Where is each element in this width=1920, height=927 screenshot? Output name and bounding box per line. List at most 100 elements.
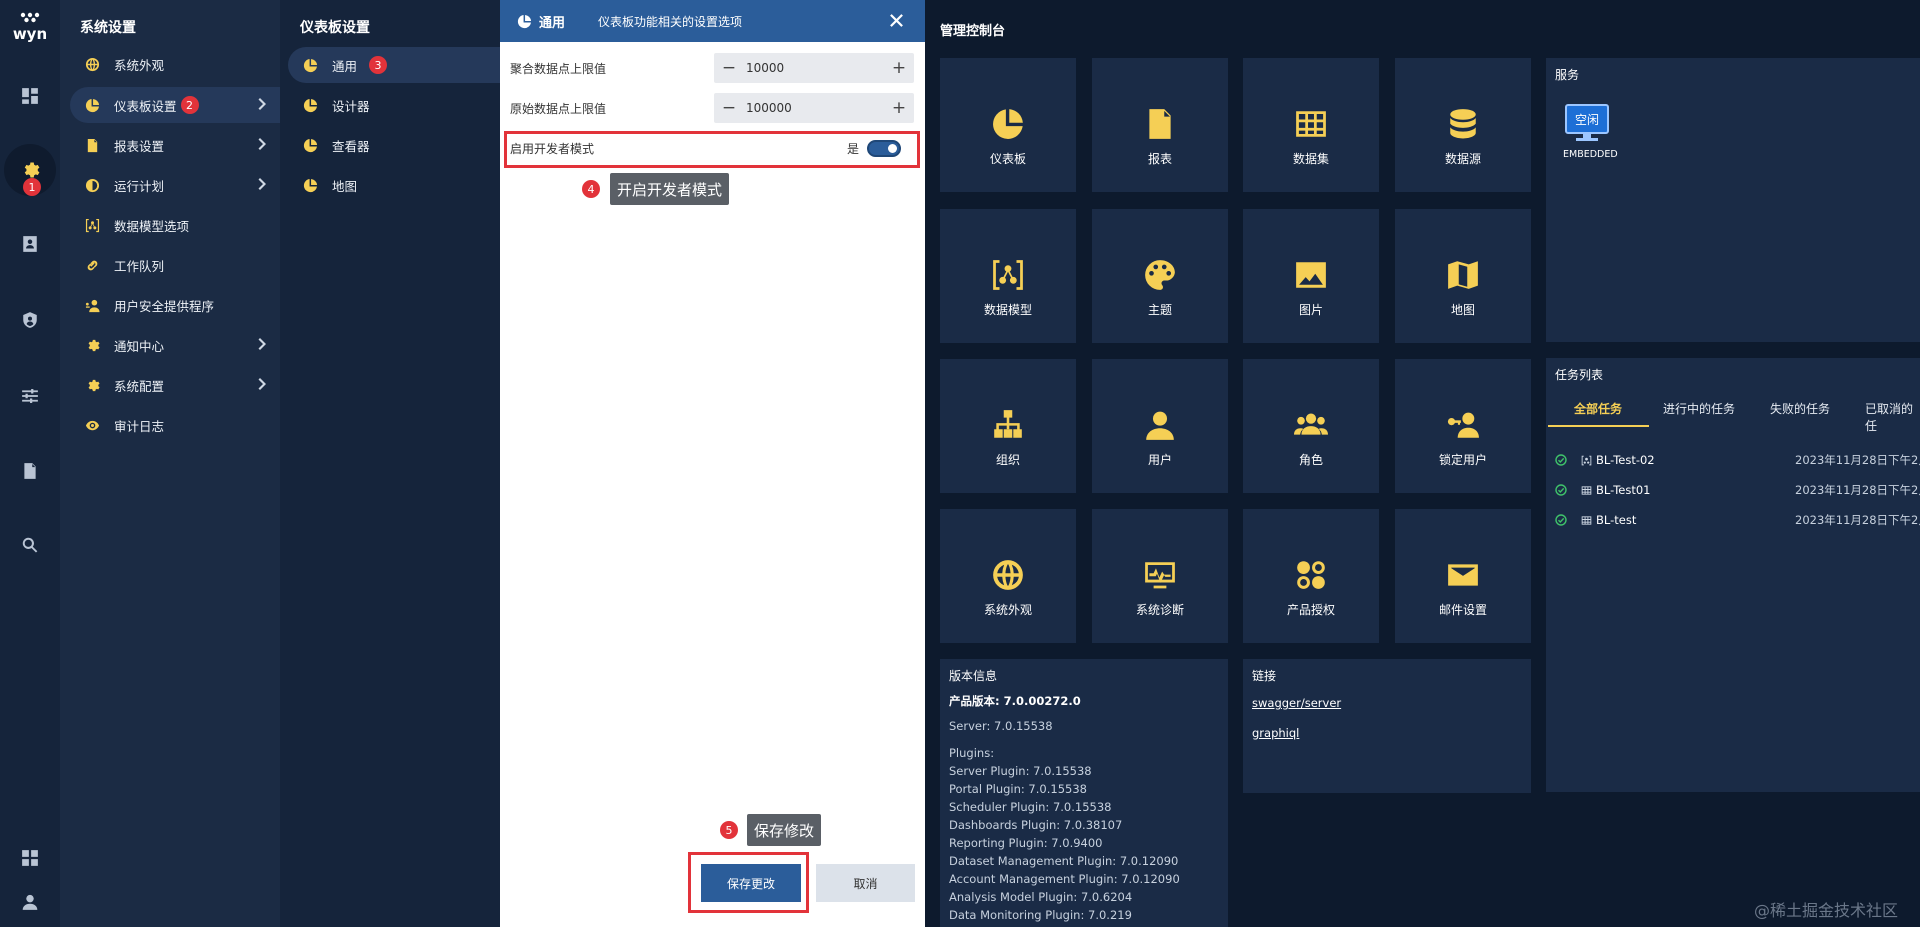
console-title: 管理控制台 [940, 24, 1006, 39]
monitor-service-icon[interactable]: 空闲 [1565, 104, 1609, 142]
decrement-button[interactable]: − [714, 53, 744, 83]
dataset-grid-icon [1294, 107, 1328, 141]
check-circle-icon [1555, 514, 1567, 526]
database-icon [1446, 107, 1480, 141]
tile-report[interactable]: 报表 [1092, 58, 1228, 192]
tile-mail-settings[interactable]: 邮件设置 [1395, 509, 1531, 643]
dashboard-pie-icon [302, 57, 318, 73]
tile-map[interactable]: 地图 [1395, 209, 1531, 343]
save-button[interactable]: 保存更改 [701, 864, 801, 902]
dashnav-item-designer[interactable]: 设计器 [288, 87, 500, 123]
agg-limit-value[interactable]: 10000 [744, 61, 884, 75]
dashboard-pie-icon [517, 14, 539, 29]
tile-label: 地图 [1450, 303, 1475, 317]
sysnav-item-label: 用户安全提供程序 [114, 298, 215, 314]
watermark: @稀土掘金技术社区 [1754, 901, 1899, 920]
tile-roles[interactable]: 角色 [1243, 359, 1379, 493]
tile-theme[interactable]: 主题 [1092, 209, 1228, 343]
map-icon [1446, 258, 1480, 292]
tile-label: 用户 [1147, 453, 1172, 467]
contact-card-icon[interactable] [12, 226, 48, 262]
task-name: BL-Test01 [1596, 483, 1651, 497]
agg-limit-row: 聚合数据点上限值 − 10000 + [510, 51, 915, 85]
tile-user[interactable]: 用户 [1092, 359, 1228, 493]
agg-limit-stepper[interactable]: − 10000 + [714, 53, 914, 83]
decrement-button[interactable]: − [714, 93, 744, 123]
sliders-icon[interactable] [12, 378, 48, 414]
tile-appearance[interactable]: 系统外观 [940, 509, 1076, 643]
raw-limit-value[interactable]: 100000 [744, 101, 884, 115]
sysnav-item-work-queue[interactable]: 工作队列 [70, 247, 280, 283]
document-icon[interactable] [12, 453, 48, 489]
palette-icon [1143, 258, 1177, 292]
raw-limit-stepper[interactable]: − 100000 + [714, 93, 914, 123]
sysnav-item-appearance[interactable]: 系统外观 [70, 46, 280, 82]
product-version: 产品版本: 7.0.00272.0 [949, 694, 1081, 708]
active-tab-indicator [1548, 425, 1649, 427]
locked-user-icon [1446, 408, 1480, 442]
tile-label: 锁定用户 [1438, 453, 1487, 467]
wyn-logo[interactable]: wyn [8, 10, 52, 44]
sysnav-item-report-settings[interactable]: 报表设置 [70, 127, 280, 163]
panel-title: 通用 [539, 15, 566, 31]
plugin-line: Scheduler Plugin: 7.0.15538 [949, 800, 1112, 814]
tile-license[interactable]: 产品授权 [1243, 509, 1379, 643]
cancel-button[interactable]: 取消 [816, 864, 915, 902]
sysnav-item-notification-center[interactable]: 通知中心 [70, 327, 280, 363]
close-icon[interactable] [889, 13, 905, 29]
roles-icon [1294, 408, 1328, 442]
search-icon[interactable] [12, 527, 48, 563]
tab-running-tasks[interactable]: 进行中的任务 [1663, 400, 1735, 417]
tile-diagnostics[interactable]: 系统诊断 [1092, 509, 1228, 643]
notification-gear-icon [84, 337, 100, 353]
services-title: 服务 [1555, 68, 1580, 82]
increment-button[interactable]: + [884, 93, 914, 123]
sysnav-item-schedule[interactable]: 运行计划 [70, 167, 280, 203]
shield-icon[interactable] [12, 302, 48, 338]
sysnav-item-dashboard-settings[interactable]: 仪表板设置 2 [70, 87, 280, 123]
plugin-line: Portal Plugin: 7.0.15538 [949, 782, 1087, 796]
tab-failed-tasks[interactable]: 失败的任务 [1770, 400, 1830, 417]
tile-datasource[interactable]: 数据源 [1395, 58, 1531, 192]
sysnav-item-label: 通知中心 [114, 338, 165, 354]
report-icon [84, 137, 100, 153]
task-row[interactable]: BL-Test01 [1555, 482, 1650, 498]
sysnav-item-user-security[interactable]: 用户安全提供程序 [70, 287, 280, 323]
tile-dataset[interactable]: 数据集 [1243, 58, 1379, 192]
step-badge-2: 2 [180, 96, 199, 114]
dashnav-item-map[interactable]: 地图 [288, 167, 500, 203]
monitor-pulse-icon [1143, 558, 1177, 592]
task-row[interactable]: BL-test [1555, 512, 1636, 528]
links-title: 链接 [1252, 669, 1277, 683]
tile-organization[interactable]: 组织 [940, 359, 1076, 493]
link-icon [84, 257, 100, 273]
sysnav-item-system-config[interactable]: 系统配置 [70, 367, 280, 403]
sysnav-item-label: 审计日志 [114, 418, 165, 434]
tab-all-tasks[interactable]: 全部任务 [1574, 400, 1622, 417]
swagger-link[interactable]: swagger/server [1252, 696, 1341, 710]
tile-locked-users[interactable]: 锁定用户 [1395, 359, 1531, 493]
increment-button[interactable]: + [884, 53, 914, 83]
tile-data-model[interactable]: 数据模型 [940, 209, 1076, 343]
apps-grid-icon[interactable] [12, 840, 48, 876]
tile-dashboard[interactable]: 仪表板 [940, 58, 1076, 192]
version-info-card: 版本信息 产品版本: 7.0.00272.0 Server: 7.0.15538… [940, 659, 1228, 927]
highlight-dev-mode [504, 131, 920, 168]
task-row[interactable]: BL-Test-02 [1555, 452, 1655, 468]
chevron-right-icon [258, 378, 268, 392]
plugin-line: Analysis Model Plugin: 7.0.6204 [949, 890, 1133, 904]
dashnav-item-label: 通用 [332, 58, 358, 74]
graphiql-link[interactable]: graphiql [1252, 726, 1299, 740]
user-profile-icon[interactable] [12, 884, 48, 920]
tab-cancelled-tasks[interactable]: 已取消的任 [1865, 400, 1920, 434]
tile-label: 系统外观 [983, 603, 1032, 617]
plugin-line: Reporting Plugin: 7.0.9400 [949, 836, 1103, 850]
grid-dashboard-icon[interactable] [12, 78, 48, 114]
dashboard-settings-title: 仪表板设置 [300, 20, 370, 36]
raw-limit-label: 原始数据点上限值 [510, 101, 607, 116]
sysnav-item-data-model[interactable]: 数据模型选项 [70, 207, 280, 243]
tile-image[interactable]: 图片 [1243, 209, 1379, 343]
dashnav-item-viewer[interactable]: 查看器 [288, 127, 500, 163]
sysnav-item-audit-log[interactable]: 审计日志 [70, 407, 280, 443]
dashnav-item-general[interactable]: 通用 3 [288, 47, 500, 83]
